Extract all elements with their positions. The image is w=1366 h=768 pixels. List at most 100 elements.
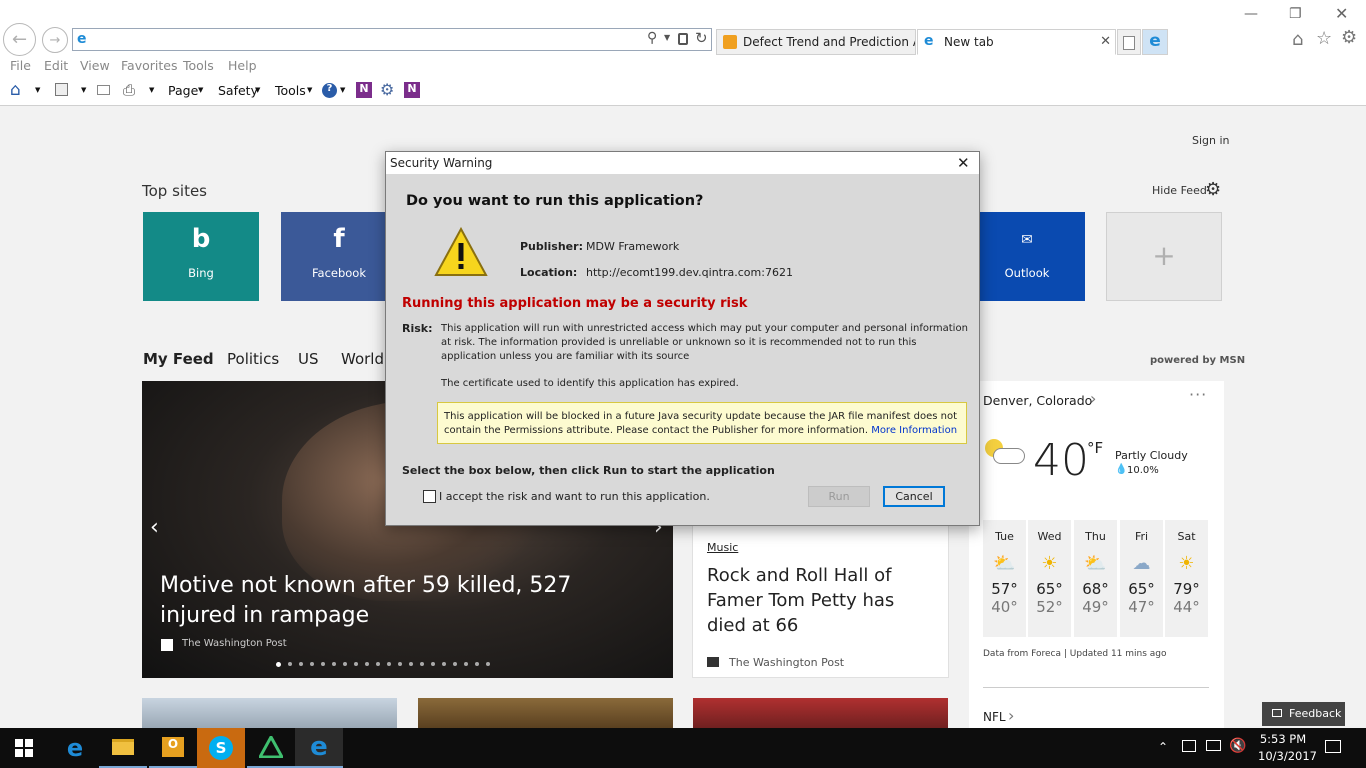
outlook-app-icon[interactable]: O [149, 728, 197, 768]
article-category[interactable]: Music [707, 541, 738, 554]
carousel-dot[interactable] [332, 662, 336, 666]
forecast-day[interactable]: Sat ☀ 79° 44° [1165, 520, 1208, 637]
carousel-dot[interactable] [398, 662, 402, 666]
carousel-dots[interactable] [276, 662, 546, 668]
page-menu[interactable]: Page [168, 83, 198, 98]
back-button[interactable]: ← [3, 23, 36, 56]
tile-bing[interactable]: b Bing [143, 212, 259, 301]
network-icon[interactable] [1182, 740, 1196, 752]
menu-tools[interactable]: Tools [183, 58, 214, 73]
weather-location[interactable]: Denver, Colorado [983, 393, 1092, 408]
tab-defect-trend[interactable]: Defect Trend and Prediction A... [716, 29, 916, 55]
home-toolbar-icon[interactable]: ⌂ [10, 80, 21, 100]
carousel-dot[interactable] [453, 662, 457, 666]
carousel-dot[interactable] [365, 662, 369, 666]
chevron-right-icon[interactable]: › [1090, 389, 1096, 408]
carousel-dot[interactable] [299, 662, 303, 666]
close-icon[interactable]: ✕ [957, 154, 970, 172]
dropdown-arrow-icon[interactable]: ▼ [35, 86, 40, 94]
gear-icon[interactable]: ⚙ [380, 80, 394, 99]
tab-politics[interactable]: Politics [227, 350, 279, 368]
dropdown-arrow-icon[interactable]: ▼ [340, 86, 345, 94]
tab-world[interactable]: World [341, 350, 384, 368]
tab-new-tab[interactable]: e New tab ✕ [917, 29, 1116, 55]
mail-icon[interactable] [97, 85, 110, 95]
onenote-icon[interactable]: N [356, 82, 372, 98]
chevron-right-icon[interactable]: › [1008, 706, 1014, 725]
dropdown-arrow-icon[interactable]: ▼ [149, 86, 154, 94]
print-icon[interactable]: ⎙ [123, 81, 135, 99]
feedback-button[interactable]: Feedback [1262, 702, 1345, 726]
carousel-dot[interactable] [431, 662, 435, 666]
dropdown-arrow-icon[interactable]: ▼ [664, 33, 670, 42]
tab-us[interactable]: US [298, 350, 319, 368]
refresh-icon[interactable]: ↻ [695, 29, 708, 47]
carousel-dot[interactable] [387, 662, 391, 666]
forward-button[interactable]: → [42, 27, 68, 53]
sign-in-link[interactable]: Sign in [1192, 134, 1230, 147]
carousel-dot[interactable] [409, 662, 413, 666]
clock[interactable]: 5:53 PM 10/3/2017 [1258, 731, 1317, 765]
ie-button[interactable]: e [1142, 29, 1168, 55]
feeds-icon[interactable] [55, 83, 68, 96]
edge-taskbar-icon[interactable]: e [51, 728, 99, 768]
run-button[interactable]: Run [808, 486, 870, 507]
volume-muted-icon[interactable]: 🔇 [1229, 738, 1246, 754]
news-thumbnail[interactable] [693, 698, 948, 728]
tab-my-feed[interactable]: My Feed [143, 350, 214, 368]
close-tab-icon[interactable]: ✕ [1100, 34, 1111, 49]
article-headline[interactable]: Rock and Roll Hall of Famer Tom Petty ha… [707, 563, 937, 638]
carousel-dot[interactable] [276, 662, 281, 667]
more-options-icon[interactable]: ··· [1189, 385, 1207, 404]
carousel-dot[interactable] [475, 662, 479, 666]
cancel-button[interactable]: Cancel [883, 486, 945, 507]
settings-gear-icon[interactable]: ⚙ [1205, 179, 1221, 200]
menu-help[interactable]: Help [228, 58, 257, 73]
menu-edit[interactable]: Edit [44, 58, 68, 73]
carousel-dot[interactable] [354, 662, 358, 666]
search-icon[interactable]: ⚲ [647, 30, 657, 46]
favorites-star-icon[interactable]: ☆ [1316, 28, 1332, 49]
file-explorer-icon[interactable] [99, 728, 147, 768]
nfl-link[interactable]: NFL [983, 710, 1006, 724]
app-triangle-icon[interactable] [247, 728, 295, 768]
carousel-dot[interactable] [288, 662, 292, 666]
hero-headline[interactable]: Motive not known after 59 killed, 527 in… [160, 571, 640, 631]
forecast-day[interactable]: Thu ⛅ 68° 49° [1074, 520, 1117, 637]
address-bar[interactable]: e ⚲ ▼ ↻ [72, 28, 712, 51]
dropdown-arrow-icon[interactable]: ▼ [198, 86, 203, 94]
menu-favorites[interactable]: Favorites [121, 58, 177, 73]
carousel-dot[interactable] [442, 662, 446, 666]
chevron-left-icon[interactable]: ‹ [150, 515, 159, 540]
settings-gear-icon[interactable]: ⚙ [1341, 27, 1357, 48]
tile-facebook[interactable]: f Facebook [281, 212, 397, 301]
carousel-dot[interactable] [420, 662, 424, 666]
accept-risk-checkbox[interactable] [423, 490, 436, 503]
carousel-dot[interactable] [464, 662, 468, 666]
safety-menu[interactable]: Safety [218, 83, 258, 98]
news-thumbnail[interactable] [142, 698, 397, 728]
accept-risk-label[interactable]: I accept the risk and want to run this a… [439, 490, 710, 503]
skype-icon[interactable]: S [197, 728, 245, 768]
start-button[interactable] [0, 728, 48, 768]
more-information-link[interactable]: More Information [871, 425, 957, 436]
action-center-icon[interactable] [1325, 740, 1341, 753]
chevron-up-icon[interactable]: ⌃ [1158, 740, 1168, 754]
article-card[interactable]: Music Rock and Roll Hall of Famer Tom Pe… [692, 524, 949, 678]
tile-outlook[interactable]: ✉ Outlook [969, 212, 1085, 301]
internet-explorer-icon[interactable]: e [295, 728, 343, 768]
monitor-icon[interactable] [1206, 740, 1221, 751]
minimize-icon[interactable]: — [1244, 6, 1258, 22]
forecast-day[interactable]: Tue ⛅ 57° 40° [983, 520, 1026, 637]
carousel-dot[interactable] [310, 662, 314, 666]
tools-menu[interactable]: Tools [275, 83, 306, 98]
onenote-icon[interactable]: N [404, 82, 420, 98]
carousel-dot[interactable] [486, 662, 490, 666]
dropdown-arrow-icon[interactable]: ▼ [81, 86, 86, 94]
hide-feed-link[interactable]: Hide Feed [1152, 184, 1207, 197]
tile-add[interactable]: + [1106, 212, 1222, 301]
carousel-dot[interactable] [321, 662, 325, 666]
menu-view[interactable]: View [80, 58, 110, 73]
home-icon[interactable]: ⌂ [1292, 29, 1303, 50]
forecast-day[interactable]: Fri ☁ 65° 47° [1120, 520, 1163, 637]
